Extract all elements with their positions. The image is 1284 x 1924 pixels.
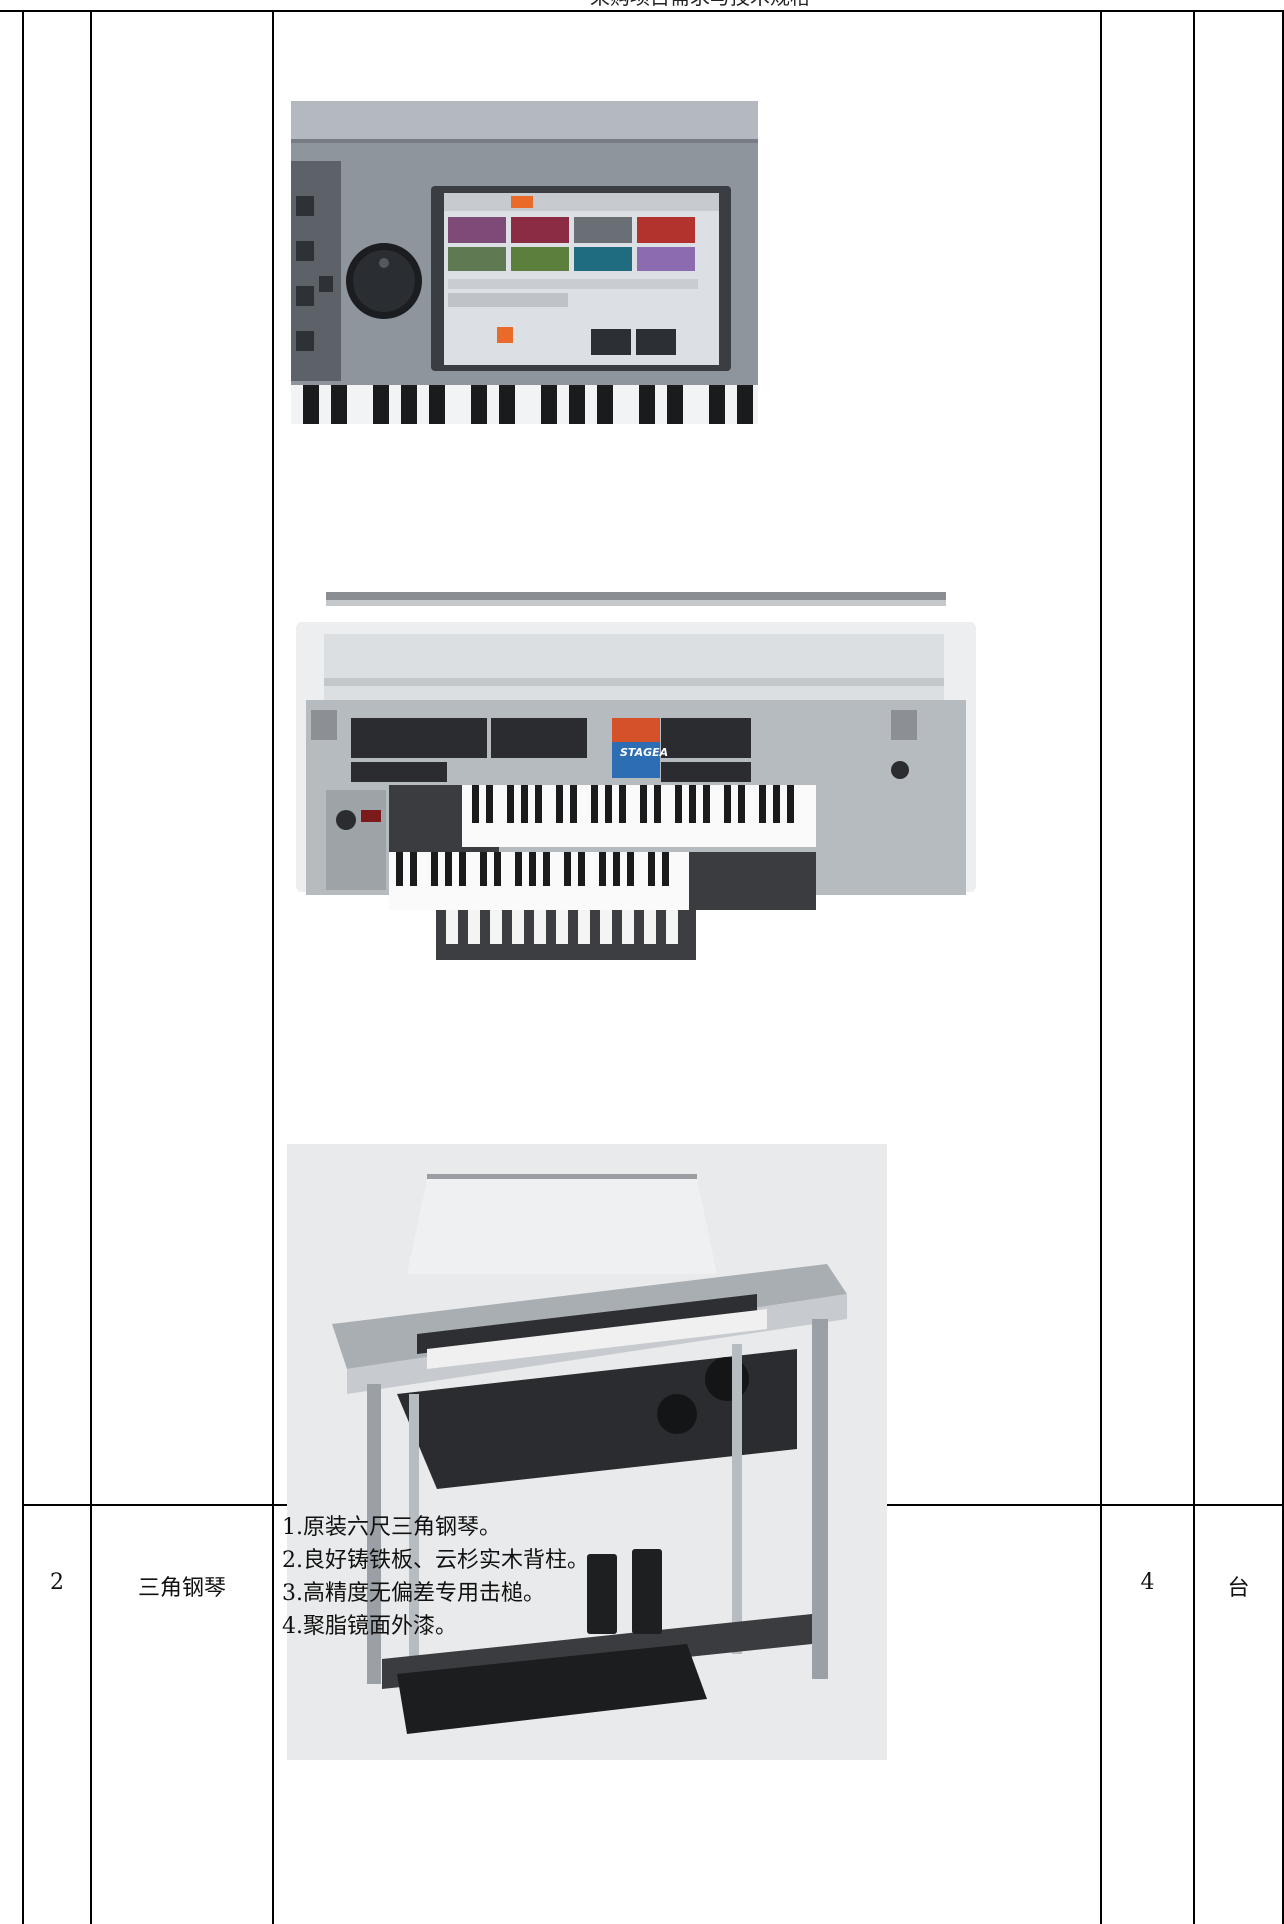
row-quantity: 4 <box>1140 1570 1155 1595</box>
electone-full-photo <box>287 1144 887 1760</box>
console-screen-brand: STAGEA <box>620 746 668 759</box>
arranger-keyboard-screen-photo <box>291 101 758 424</box>
spec-line-1: 1.原装六尺三角钢琴。 <box>282 1515 501 1540</box>
electone-console-top-photo: STAGEA <box>286 570 986 1080</box>
row-unit: 台 <box>1227 1576 1250 1601</box>
table-col-divider-2 <box>272 10 274 1924</box>
spec-line-3: 3.高精度无偏差专用击槌。 <box>282 1581 545 1606</box>
spec-line-2: 2.良好铸铁板、云杉实木背柱。 <box>282 1548 589 1573</box>
spec-list: 1.原装六尺三角钢琴。 2.良好铸铁板、云杉实木背柱。 3.高精度无偏差专用击槌… <box>282 1511 1082 1643</box>
row-item-name: 三角钢琴 <box>137 1576 226 1601</box>
spec-line-4: 4.聚脂镜面外漆。 <box>282 1614 457 1639</box>
row-index: 2 <box>50 1570 64 1595</box>
